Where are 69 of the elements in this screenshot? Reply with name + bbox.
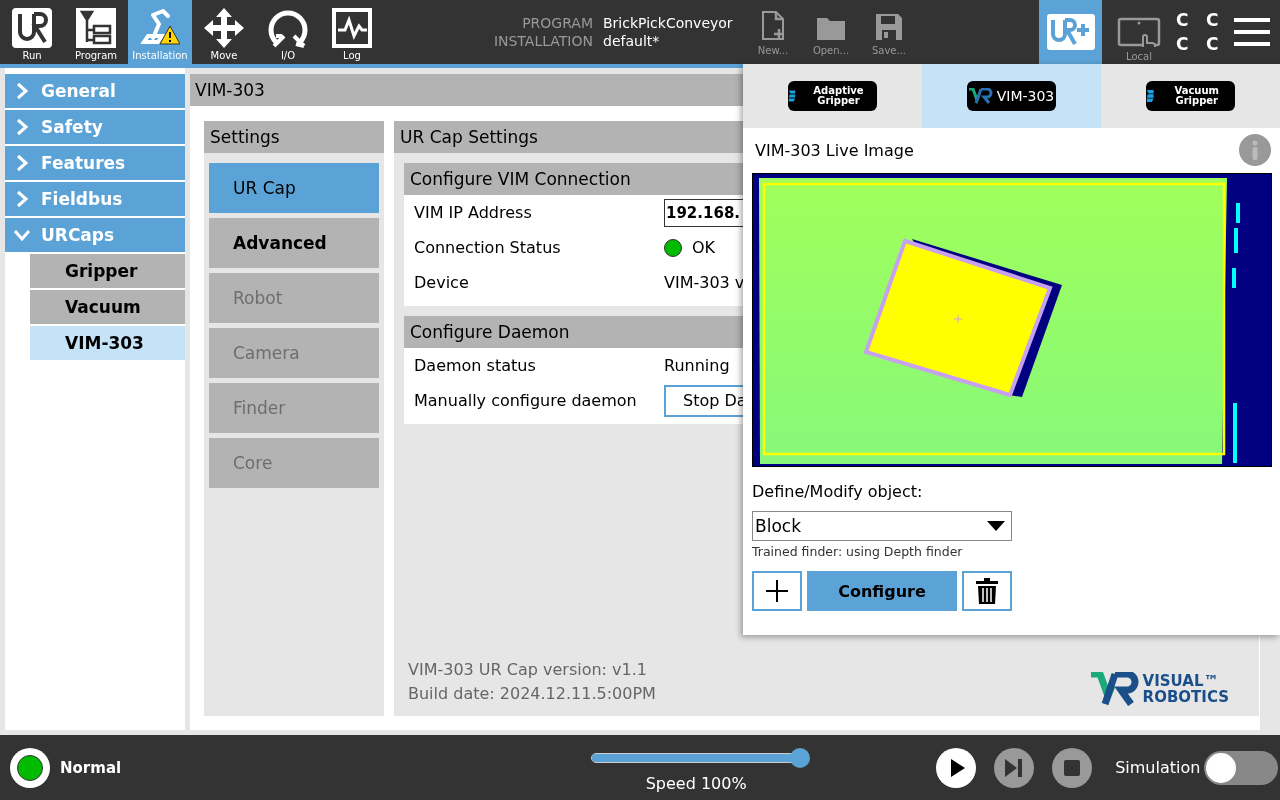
object-dropdown[interactable]: Block: [752, 511, 1012, 541]
simulation-toggle[interactable]: [1204, 750, 1279, 785]
configure-button[interactable]: Configure: [807, 571, 957, 611]
define-object-label: Define/Modify object:: [752, 482, 924, 501]
program-name: BrickPickConveyor: [603, 15, 734, 31]
menu-icon: [1233, 17, 1271, 47]
plus-icon: [765, 579, 789, 603]
robot-arm-warning-icon: [140, 8, 180, 48]
urcap-tab[interactable]: VIM-303: [922, 64, 1101, 128]
folder-icon: [816, 15, 846, 41]
mode-letter: C: [1206, 33, 1220, 56]
new-file-icon: [761, 11, 785, 41]
build-date-text: Build date: 2024.12.11.5:00PM: [408, 683, 656, 705]
gripper-logo-icon: [1146, 88, 1155, 104]
row-value: VIM-303 v: [664, 273, 745, 292]
settings-tab[interactable]: UR Cap: [209, 163, 379, 213]
move-arrows-icon: [204, 8, 244, 48]
vr-logo-icon: [1090, 672, 1141, 706]
dropdown-caret-icon: [987, 521, 1005, 531]
save-icon: [875, 13, 903, 41]
row-label: Daemon status: [414, 356, 537, 375]
sidebar-subitem[interactable]: Gripper: [30, 254, 185, 288]
io-circle-icon: [268, 8, 308, 48]
mode-letter: C: [1176, 33, 1190, 56]
add-button[interactable]: [752, 571, 802, 611]
open-button[interactable]: Open...: [802, 0, 860, 64]
delete-button[interactable]: [962, 571, 1012, 611]
nav-tab[interactable]: Run: [0, 0, 64, 64]
play-button[interactable]: [936, 747, 977, 788]
row-label: VIM IP Address: [414, 203, 533, 222]
installation-name: default*: [603, 33, 661, 49]
row-value: Running: [664, 356, 730, 375]
program-label: PROGRAM: [521, 15, 593, 31]
urcaps-button[interactable]: [1039, 0, 1102, 64]
settings-title: Settings: [204, 121, 384, 153]
ip-address-field[interactable]: 192.168.: [664, 198, 743, 227]
row-label: Connection Status: [414, 238, 562, 257]
nav-tab[interactable]: Program: [64, 0, 128, 64]
new-button[interactable]: New...: [744, 0, 802, 64]
ur-logo-icon: [12, 8, 52, 48]
nav-tab[interactable]: Log: [320, 0, 384, 64]
row-label: Device: [414, 273, 470, 292]
robot-status-text: Normal: [60, 758, 122, 777]
simulation-label: Simulation: [1115, 758, 1201, 777]
mode-letter: C: [1206, 9, 1220, 32]
info-icon[interactable]: [1239, 134, 1271, 166]
vr-logo-icon: [968, 88, 993, 104]
logo-word: ROBOTICS: [1142, 689, 1229, 705]
local-button[interactable]: Local: [1108, 0, 1170, 64]
finder-note: Trained finder: using Depth finder: [752, 544, 964, 559]
version-text: VIM-303 UR Cap version: v1.1: [408, 659, 648, 681]
sidebar-subitem[interactable]: VIM-303: [30, 326, 185, 360]
speed-label: Speed 100%: [645, 774, 747, 793]
installation-label: INSTALLATION: [492, 33, 593, 49]
save-button[interactable]: Save...: [860, 0, 918, 64]
status-text: OK: [692, 238, 716, 257]
robot-status-button[interactable]: [10, 747, 50, 788]
ur-plus-logo-icon: [1046, 14, 1095, 50]
sidebar-subitem[interactable]: Vacuum: [30, 290, 185, 324]
gripper-logo-icon: [788, 88, 796, 104]
nav-tab[interactable]: Move: [192, 0, 256, 64]
settings-tab[interactable]: Advanced: [209, 218, 379, 268]
trash-icon: [976, 578, 998, 604]
row-label: Manually configure daemon: [414, 391, 638, 410]
nav-tab[interactable]: I/O: [256, 0, 320, 64]
mode-letter: C: [1176, 9, 1190, 32]
log-chart-icon: [332, 8, 372, 48]
logo-word: VISUAL™: [1142, 673, 1220, 689]
program-tree-icon: [76, 8, 116, 48]
